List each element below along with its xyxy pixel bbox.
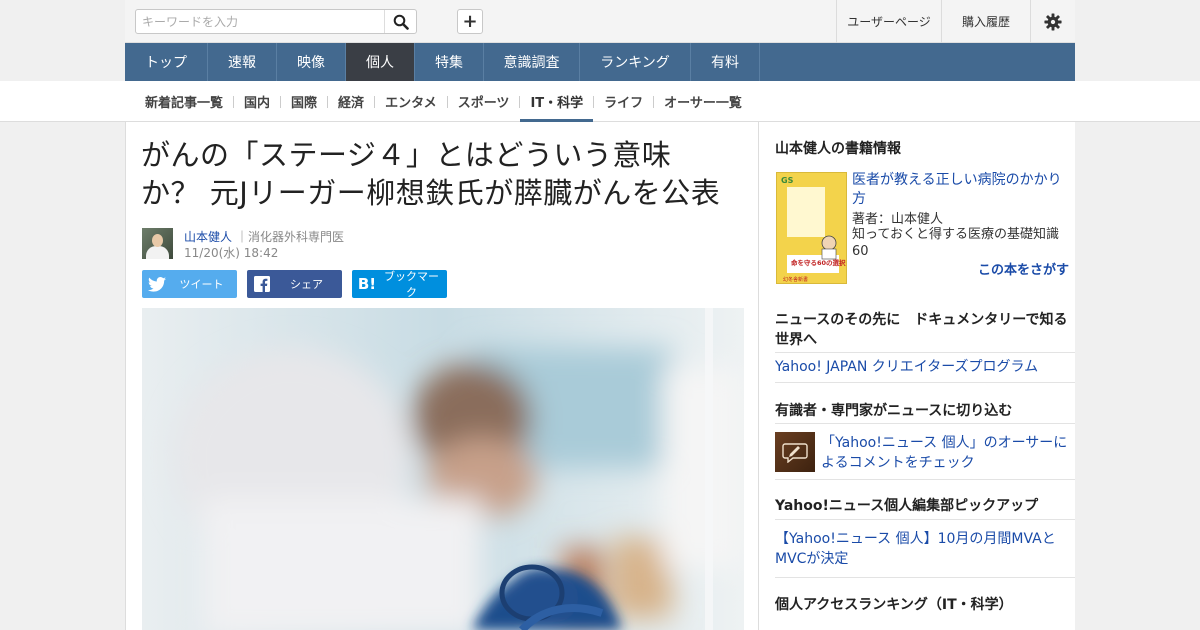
gnav-paid[interactable]: 有料 <box>691 43 760 81</box>
expert-section-title: 有識者・専門家がニュースに切り込む <box>775 403 1013 419</box>
pickup-link[interactable]: 【Yahoo!ニュース 個人】10月の月間MVAとMVCが決定 <box>775 529 1065 569</box>
user-page-link[interactable]: ユーザーページ <box>836 0 941 43</box>
publish-date: 11/20(水) 18:42 <box>184 246 279 260</box>
search-button[interactable] <box>384 10 416 33</box>
gnav-individual[interactable]: 個人 <box>346 43 415 81</box>
article-title: がんの「ステージ４」とはどういう意味 か？ 元Jリーガー柳想鉄氏が膵臓がんを公表 <box>141 136 751 212</box>
hatena-bookmark-label: ブックマーク <box>384 270 439 299</box>
subnav-entertainment[interactable]: エンタメ <box>375 81 447 122</box>
top-links: ユーザーページ 購入履歴 <box>836 0 1075 43</box>
subnav-economy[interactable]: 経済 <box>328 81 374 122</box>
global-nav: トップ 速報 映像 個人 特集 意識調査 ランキング 有料 <box>125 43 1075 81</box>
gnav-survey[interactable]: 意識調査 <box>484 43 580 81</box>
tweet-button[interactable]: ツイート <box>142 270 237 298</box>
hatena-bookmark-button[interactable]: B! ブックマーク <box>352 270 447 299</box>
book-description: 知っておくと得する医療の基礎知識60 <box>852 227 1059 259</box>
pickup-section-title: Yahoo!ニュース個人編集部ピックアップ <box>775 498 1039 514</box>
pen-speech-icon <box>782 443 808 463</box>
book-cover-image: GS 命を守る60の選択 幻冬舎新書 <box>777 173 846 283</box>
article-title-line2: か？ 元Jリーガー柳想鉄氏が膵臓がんを公表 <box>141 176 721 210</box>
facebook-share-button[interactable]: シェア <box>247 270 342 298</box>
ranking-section-title: 個人アクセスランキング（IT・科学） <box>775 597 1013 613</box>
gnav-feature[interactable]: 特集 <box>415 43 484 81</box>
book-author: 著者：山本健人 <box>852 212 944 227</box>
divider <box>775 519 1075 520</box>
search-icon <box>393 14 409 30</box>
facebook-icon <box>247 276 277 292</box>
subnav-sports[interactable]: スポーツ <box>448 81 520 122</box>
top-bar-inner: + ユーザーページ 購入履歴 <box>125 0 1075 43</box>
divider <box>775 352 1075 353</box>
subnav-it-science[interactable]: IT・科学 <box>520 81 593 122</box>
tweet-label: ツイート <box>179 278 224 291</box>
book-cover[interactable]: GS 命を守る60の選択 幻冬舎新書 <box>776 172 847 284</box>
purchase-history-link[interactable]: 購入履歴 <box>941 0 1030 43</box>
gear-icon <box>1044 12 1062 31</box>
gnav-video[interactable]: 映像 <box>277 43 346 81</box>
gnav-breaking[interactable]: 速報 <box>208 43 277 81</box>
creators-program-link[interactable]: Yahoo! JAPAN クリエイターズプログラム <box>775 357 1038 377</box>
subnav-world[interactable]: 国際 <box>281 81 327 122</box>
sidebar: 山本健人の書籍情報 GS 命を守る60の選択 幻冬舎新書 医者が教える正しい病院… <box>758 122 1075 630</box>
sub-nav: 新着記事一覧 国内 国際 経済 エンタメ スポーツ IT・科学 ライフ オーサー… <box>0 81 1200 122</box>
divider <box>775 577 1075 578</box>
gnav-top[interactable]: トップ <box>125 43 208 81</box>
plus-icon: + <box>462 11 478 32</box>
settings-button[interactable] <box>1030 0 1075 43</box>
search-box <box>135 9 417 34</box>
book-section-title: 山本健人の書籍情報 <box>775 141 901 157</box>
divider <box>775 423 1075 424</box>
article: がんの「ステージ４」とはどういう意味 か？ 元Jリーガー柳想鉄氏が膵臓がんを公表… <box>125 122 758 630</box>
author-role: ｜消化器外科専門医 <box>236 230 345 244</box>
add-button[interactable]: + <box>457 9 483 34</box>
svg-text:GS: GS <box>781 176 794 185</box>
search-input[interactable] <box>136 10 416 33</box>
hatena-bookmark-icon: B! <box>357 275 377 293</box>
book-band-text: 命を守る60の選択 <box>790 258 846 267</box>
twitter-bird-icon <box>142 276 172 292</box>
top-bar: + ユーザーページ 購入履歴 <box>0 0 1200 43</box>
article-photo <box>142 308 744 630</box>
article-title-line1: がんの「ステージ４」とはどういう意味 <box>141 138 672 172</box>
subnav-new[interactable]: 新着記事一覧 <box>135 81 233 122</box>
subnav-authors[interactable]: オーサー一覧 <box>654 81 752 122</box>
author-comment-icon[interactable] <box>775 432 815 472</box>
subnav-life[interactable]: ライフ <box>594 81 653 122</box>
book-series-text: 幻冬舎新書 <box>783 276 808 283</box>
author-name-link[interactable]: 山本健人 <box>184 228 232 245</box>
divider <box>775 479 1075 480</box>
author-role-text: 消化器外科専門医 <box>248 230 345 244</box>
divider <box>775 382 1075 383</box>
documentary-section-title: ニュースのその先に ドキュメンタリーで知る世界へ <box>775 312 1068 348</box>
find-book-link[interactable]: この本をさがす <box>978 259 1069 278</box>
book-title-link[interactable]: 医者が教える正しい病院のかかり方 <box>852 171 1070 209</box>
subnav-domestic[interactable]: 国内 <box>234 81 280 122</box>
facebook-share-label: シェア <box>290 278 323 291</box>
article-photo-image <box>142 308 744 630</box>
sub-nav-items: 新着記事一覧 国内 国際 経済 エンタメ スポーツ IT・科学 ライフ オーサー… <box>135 81 752 122</box>
avatar[interactable] <box>142 228 173 259</box>
author-comments-link[interactable]: 「Yahoo!ニュース 個人」のオーサーによるコメントをチェック <box>821 433 1071 473</box>
gnav-ranking[interactable]: ランキング <box>580 43 691 81</box>
